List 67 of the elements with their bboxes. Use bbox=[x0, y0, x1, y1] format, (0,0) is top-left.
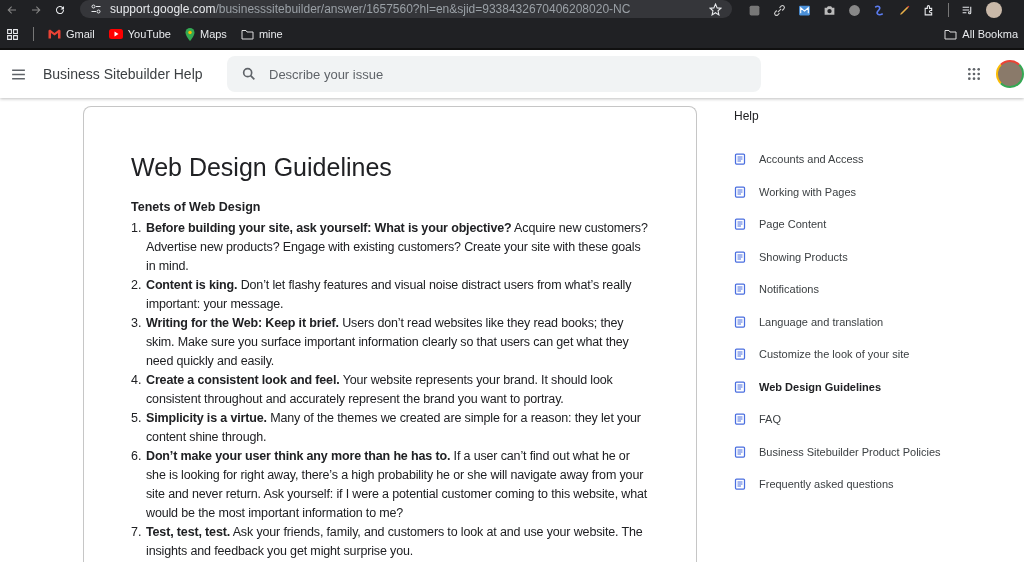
guideline-text: Test, test, test. Ask your friends, family, and customers to look at and use your website. The insights and feedback you get might surprise you. bbox=[146, 524, 644, 560]
search-icon[interactable] bbox=[241, 66, 257, 82]
guideline-text: Create a consistent look and feel. Your website represents your brand. It should look consistent throughout and accurately represent the brand you want to portray. bbox=[146, 372, 614, 408]
sidebar-link[interactable]: Frequently asked questions bbox=[759, 478, 894, 491]
bookmark-link[interactable]: mine bbox=[240, 27, 283, 41]
guideline-text: Don’t make your user think any more than he has to. If a user can’t find out what he or she is looking for right away, there’s a high probability he or she will navigate away from your site and never return. Ask yourself: if I were a potential customer coming to this website, what would be the most important information to me? bbox=[146, 448, 649, 522]
list-number: 2. bbox=[131, 277, 143, 294]
folder-icon bbox=[240, 28, 254, 40]
forward-icon[interactable] bbox=[30, 4, 42, 16]
apps-grid-icon[interactable] bbox=[966, 66, 982, 82]
document-icon[interactable] bbox=[734, 153, 746, 166]
sidebar-link[interactable]: Web Design Guidelines bbox=[759, 380, 882, 393]
sidebar-heading: Help bbox=[734, 109, 759, 123]
guideline-text: Writing for the Web: Keep it brief. Users don’t read websites like they read books; they skim. Make sure you surface important information clearly so that users can get what they need quickly and easily. bbox=[146, 315, 630, 370]
sidebar-link[interactable]: Working with Pages bbox=[759, 185, 856, 198]
sidebar-link[interactable]: Language and translation bbox=[759, 315, 884, 328]
bookmark-link[interactable]: Maps bbox=[184, 27, 227, 41]
reload-icon[interactable] bbox=[54, 4, 66, 16]
document-icon[interactable] bbox=[734, 348, 746, 361]
list-number: 1. bbox=[131, 220, 143, 237]
article-title: Web Design Guidelines bbox=[131, 153, 393, 182]
guideline-text: Before building your site, ask yourself: What is your objective? Acquire new customers? Advertise new products? Engage with existing customers? Create your site with these goals in mind. bbox=[146, 220, 649, 275]
extension-icon[interactable] bbox=[798, 3, 811, 17]
document-icon[interactable] bbox=[734, 250, 746, 263]
sidebar-link[interactable]: FAQ bbox=[759, 413, 781, 426]
play-icon bbox=[108, 29, 123, 39]
guideline-text: Content is king. Don’t let flashy features and visual noise distract users from what’s really important: your message. bbox=[146, 277, 633, 313]
guideline-text: Simplicity is a virtue. Many of the themes we created are simple for a reason: they let your content shine through. bbox=[146, 410, 642, 446]
sidebar-link[interactable]: Accounts and Access bbox=[759, 153, 864, 166]
site-title[interactable]: Business Sitebuilder Help bbox=[43, 66, 213, 82]
section-heading: Tenets of Web Design bbox=[131, 200, 262, 214]
back-icon[interactable] bbox=[6, 4, 18, 16]
list-number: 6. bbox=[131, 448, 143, 465]
list-number: 4. bbox=[131, 372, 143, 389]
apps-grid-icon[interactable] bbox=[6, 27, 19, 41]
document-icon[interactable] bbox=[734, 315, 746, 328]
document-icon[interactable] bbox=[734, 445, 746, 458]
url-text: support.google.com/businesssitebuilder/answer/1657560?hl=en&sjid=9338432670406208020-NC bbox=[110, 2, 632, 16]
profile-avatar[interactable] bbox=[986, 2, 1002, 18]
document-icon[interactable] bbox=[734, 218, 746, 231]
pen-icon[interactable] bbox=[898, 3, 911, 17]
link-icon[interactable] bbox=[773, 3, 786, 17]
document-icon[interactable] bbox=[734, 283, 746, 296]
site-settings-icon[interactable] bbox=[90, 3, 102, 15]
sidebar-link[interactable]: Customize the look of your site bbox=[759, 348, 910, 361]
bookmark-link[interactable]: YouTube bbox=[108, 27, 171, 41]
search-field[interactable]: Describe your issue bbox=[227, 56, 761, 92]
document-icon[interactable] bbox=[734, 478, 746, 491]
map-pin-icon bbox=[184, 27, 195, 41]
profile-avatar[interactable] bbox=[996, 60, 1024, 88]
bookmark-link[interactable]: All Bookma bbox=[944, 28, 1018, 40]
document-icon[interactable] bbox=[734, 380, 746, 393]
document-icon[interactable] bbox=[734, 413, 746, 426]
sidebar-link[interactable]: Showing Products bbox=[759, 250, 848, 263]
document-icon[interactable] bbox=[734, 185, 746, 198]
bookmark-link[interactable]: Gmail bbox=[48, 27, 95, 41]
sidebar-link[interactable]: Page Content bbox=[759, 218, 827, 231]
sidebar-link[interactable]: Business Sitebuilder Product Policies bbox=[759, 445, 941, 458]
list-number: 7. bbox=[131, 524, 143, 541]
list-number: 3. bbox=[131, 315, 143, 332]
sidebar-link[interactable]: Notifications bbox=[759, 283, 819, 296]
star-icon[interactable] bbox=[709, 2, 722, 16]
address-bar[interactable]: support.google.com/businesssitebuilder/answer/1657560?hl=en&sjid=9338432670406208020-NC bbox=[80, 0, 732, 18]
folder-icon bbox=[944, 28, 958, 40]
list-number: 5. bbox=[131, 410, 143, 427]
mail-icon bbox=[48, 29, 61, 39]
camera-icon[interactable] bbox=[823, 3, 836, 17]
